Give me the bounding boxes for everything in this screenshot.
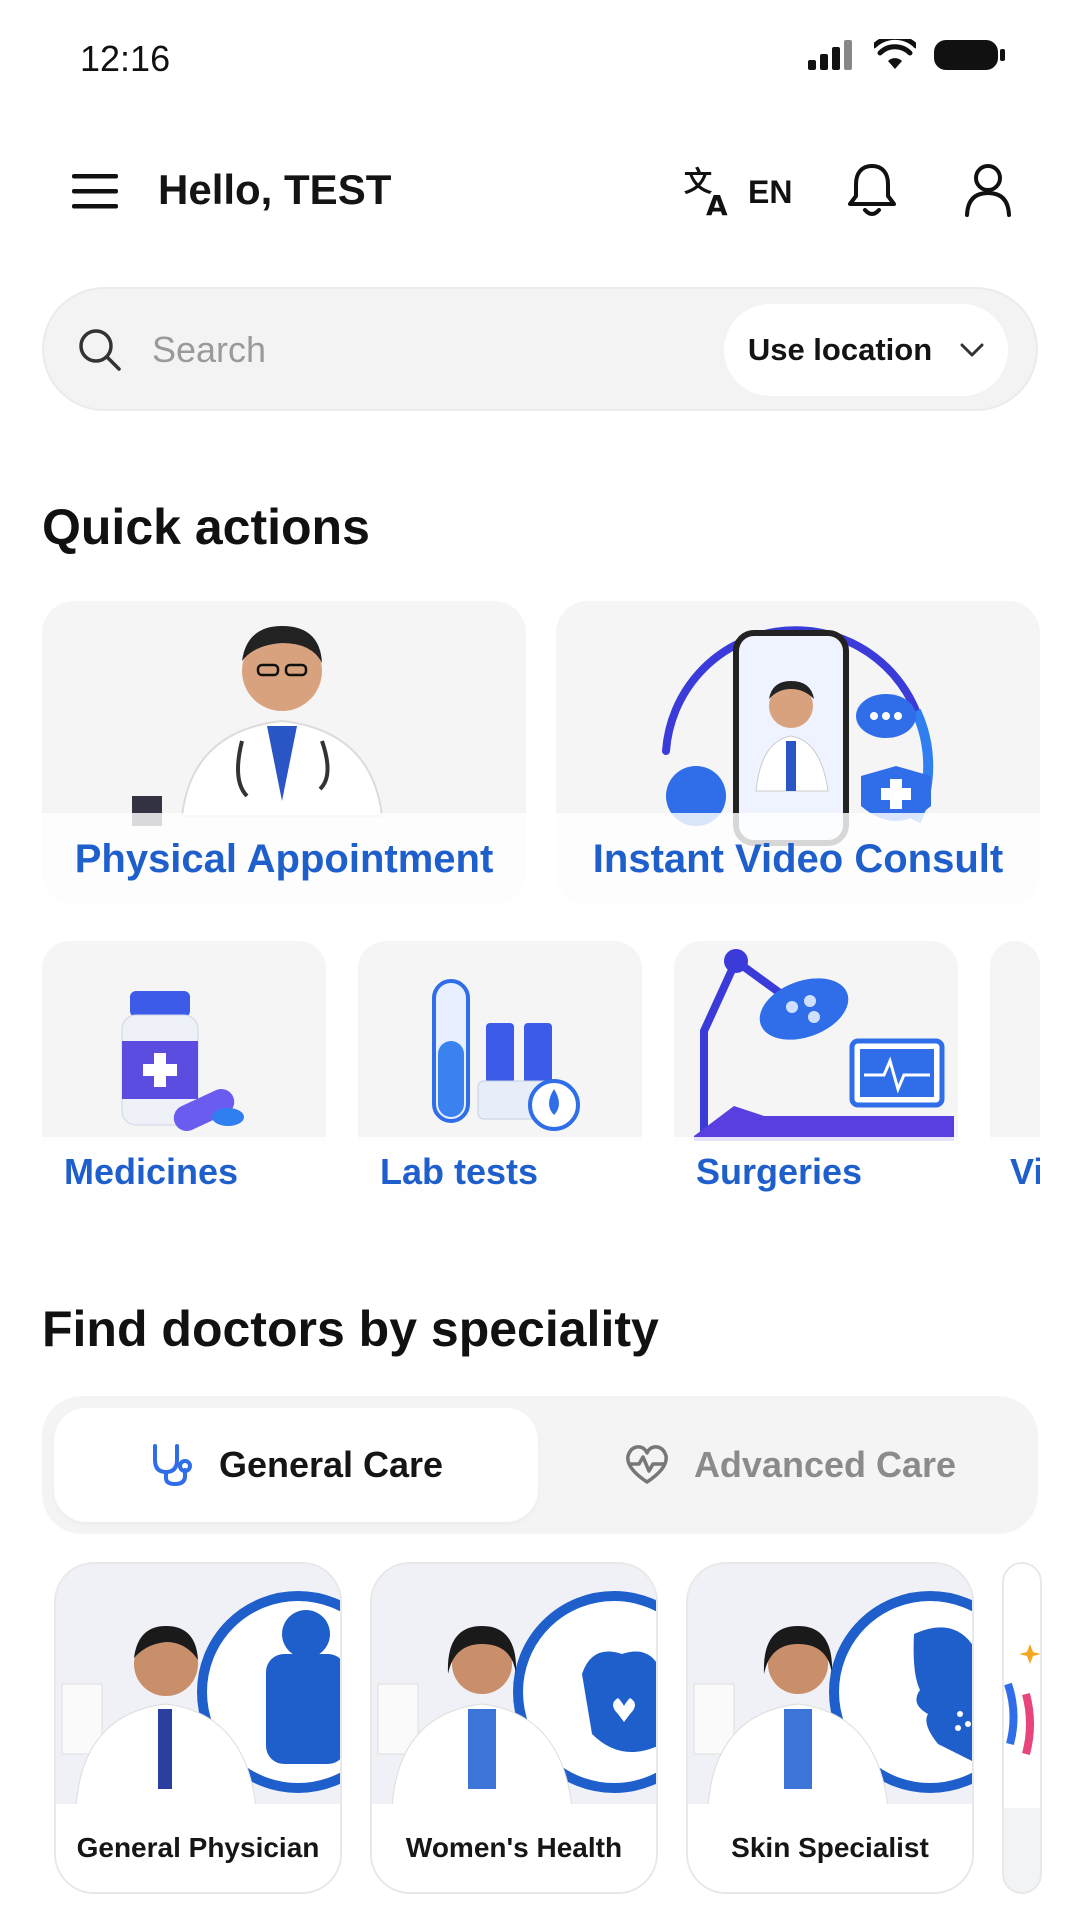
partial-speciality-illustration-icon [1004, 1564, 1040, 1808]
profile-button[interactable] [958, 160, 1018, 220]
partial-speciality-card[interactable] [1002, 1562, 1042, 1894]
surgeries-label: Surgeries [674, 1137, 958, 1207]
physical-appointment-card[interactable]: Physical Appointment [42, 601, 526, 905]
speciality-title: Find doctors by speciality [42, 1301, 659, 1357]
skin-specialist-card[interactable]: Skin Specialist [686, 1562, 974, 1894]
doctor-male-illustration-icon [56, 1564, 340, 1808]
stethoscope-icon [152, 1444, 192, 1487]
language-button[interactable]: 文 A EN [684, 164, 792, 220]
search-input[interactable] [150, 318, 714, 382]
heart-pulse-icon [626, 1445, 668, 1484]
lab-tests-card[interactable]: Lab tests [358, 941, 642, 1207]
tab-advanced-care-label: Advanced Care [693, 1444, 957, 1485]
status-icons [808, 38, 1006, 72]
physical-appointment-label: Physical Appointment [42, 813, 526, 905]
translate-icon: 文 A [684, 165, 728, 219]
tab-advanced-care[interactable]: Advanced Care [548, 1408, 1032, 1522]
partial-quick-action-card[interactable]: Vi [990, 941, 1040, 1207]
chevron-down-icon [960, 343, 984, 357]
medicines-label: Medicines [42, 1137, 326, 1207]
language-label: EN [748, 173, 793, 210]
general-physician-card[interactable]: General Physician [54, 1562, 342, 1894]
skin-specialist-label: Skin Specialist [688, 1804, 972, 1892]
lab-tests-label: Lab tests [358, 1137, 642, 1207]
tab-general-care-label: General Care [218, 1444, 444, 1485]
menu-button[interactable] [66, 162, 124, 220]
battery-icon [934, 40, 1005, 70]
surgeries-card[interactable]: Surgeries [674, 941, 958, 1207]
user-icon [965, 164, 1011, 217]
tab-general-care[interactable]: General Care [54, 1408, 538, 1522]
search-icon [79, 329, 121, 371]
use-location-label: Use location [747, 332, 933, 367]
hamburger-icon [72, 174, 118, 209]
bell-icon [848, 164, 896, 216]
status-time: 12:16 [80, 38, 171, 79]
instant-video-consult-card[interactable]: Instant Video Consult [556, 601, 1040, 905]
wifi-icon [874, 39, 916, 69]
svg-text:A: A [706, 189, 728, 219]
notifications-button[interactable] [842, 160, 902, 220]
greeting-title: Hello, TEST [158, 166, 392, 213]
doctor-female-illustration-icon [372, 1564, 656, 1808]
signal-icon [808, 40, 852, 70]
doctor-female-skin-illustration-icon [688, 1564, 972, 1808]
use-location-button[interactable]: Use location [724, 304, 1008, 396]
medicines-card[interactable]: Medicines [42, 941, 326, 1207]
womens-health-card[interactable]: Women's Health [370, 1562, 658, 1894]
partial-quick-action-label: Vi [990, 1137, 1040, 1207]
instant-video-consult-label: Instant Video Consult [556, 813, 1040, 905]
womens-health-label: Women's Health [372, 1804, 656, 1892]
quick-actions-title: Quick actions [42, 499, 370, 555]
general-physician-label: General Physician [56, 1804, 340, 1892]
